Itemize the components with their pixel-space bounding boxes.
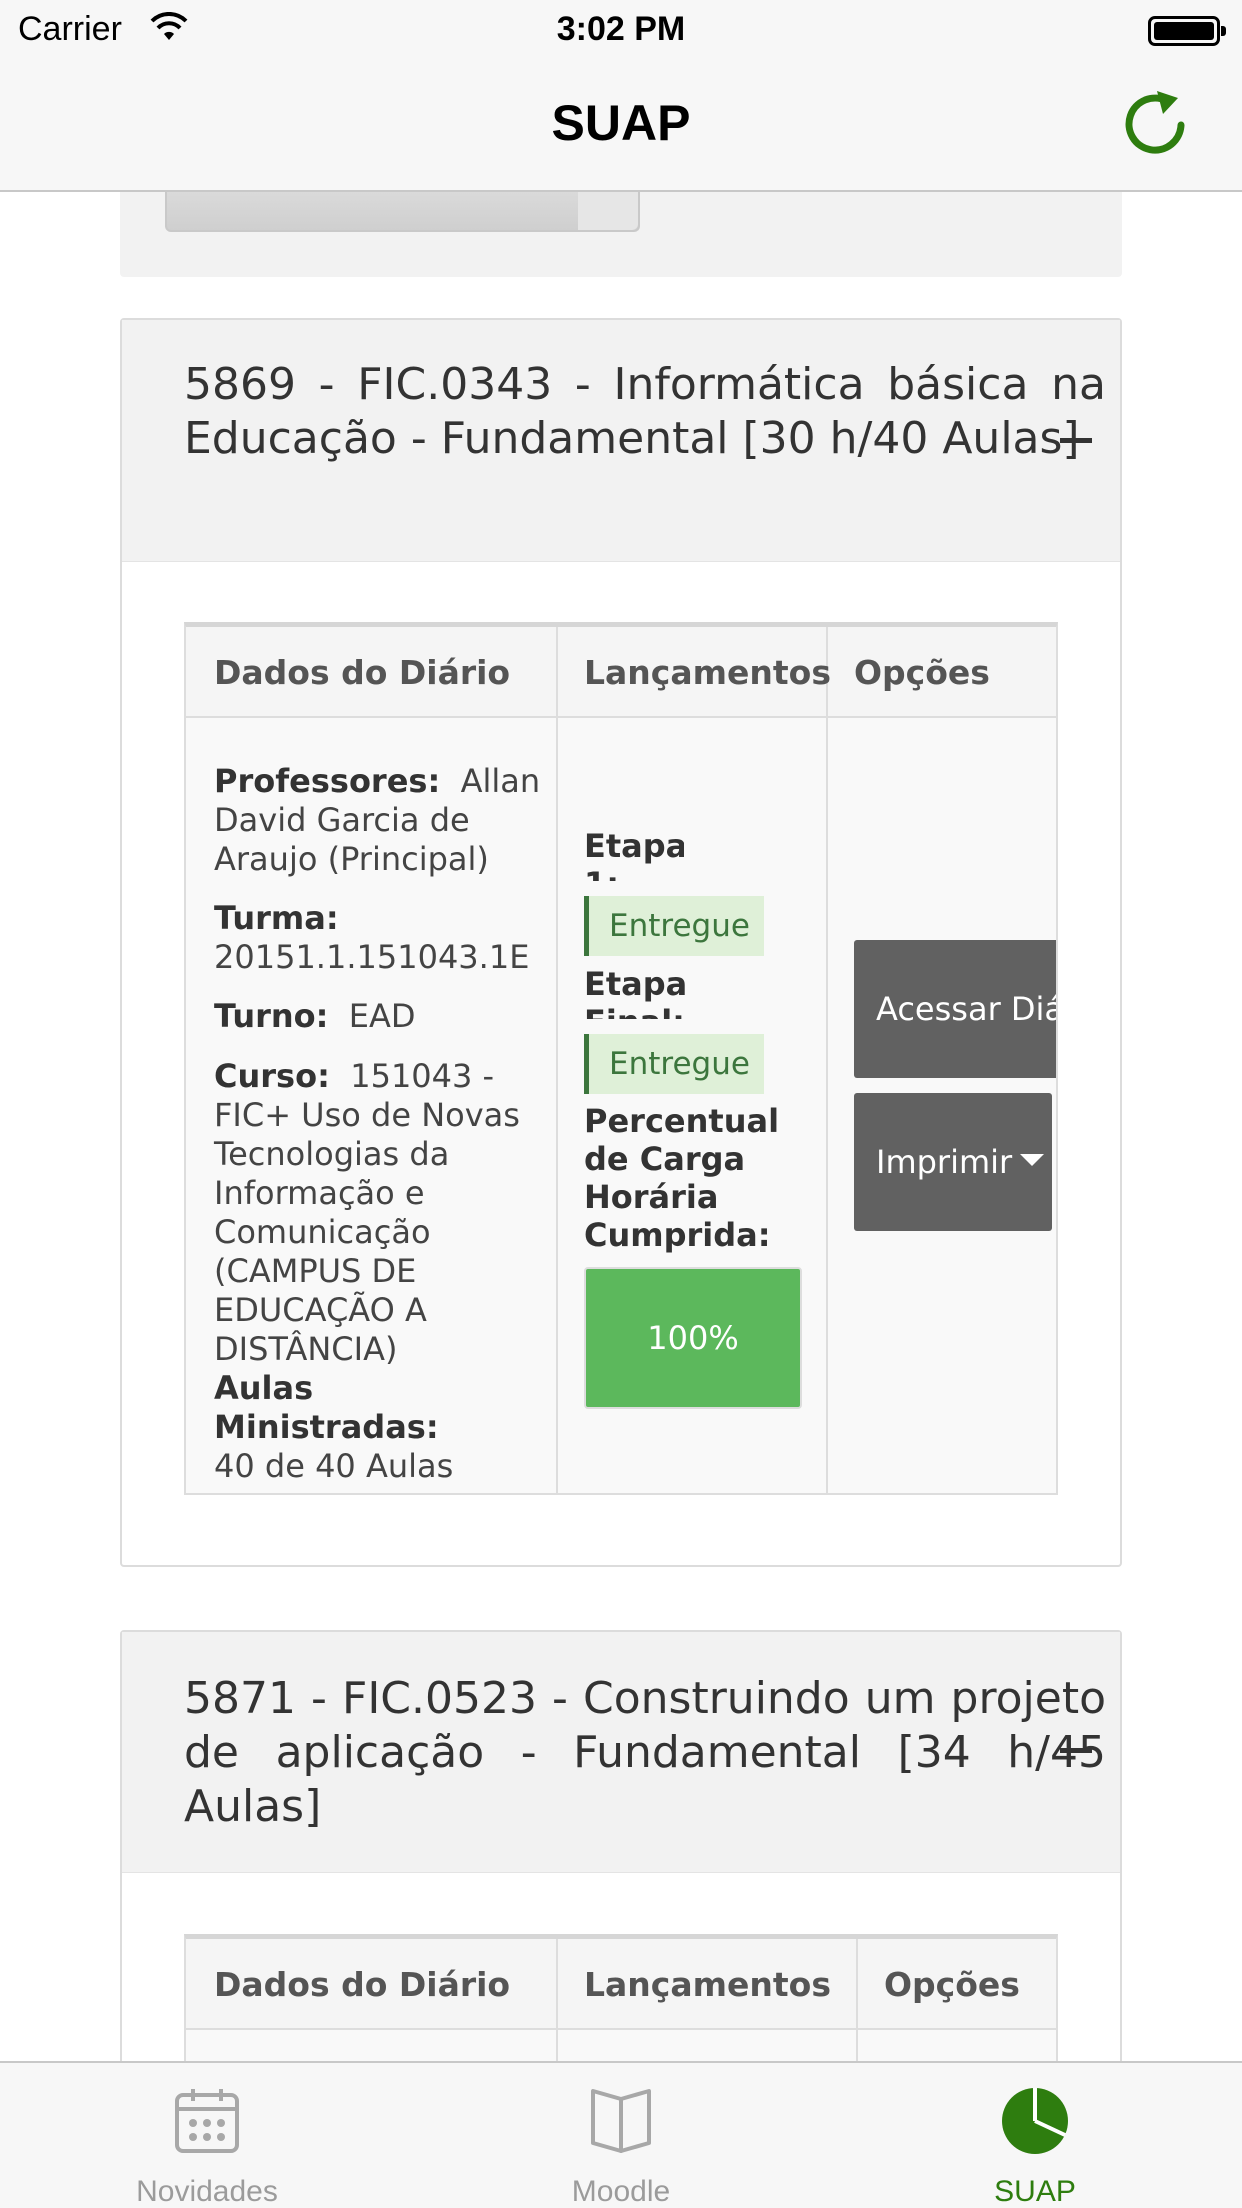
caret-down-icon <box>1020 1154 1045 1166</box>
navigation-bar: SUAP <box>0 60 1242 192</box>
header-opcoes: Opções <box>884 1965 1020 2004</box>
percentual-progress: 100% <box>584 1267 802 1409</box>
turno-field: Turno: EAD <box>214 997 544 1036</box>
tab-label: Moodle <box>571 2175 671 2208</box>
pie-chart-icon <box>1002 2088 1068 2154</box>
aulas-label: Aulas Ministradas: <box>214 1369 439 1446</box>
header-dados: Dados do Diário <box>214 653 511 692</box>
etapa-final-label: Etapa Final: <box>584 965 688 1019</box>
percentual-label: Percentual de Carga Horária Cumprida: <box>584 1102 780 1254</box>
diary-title: 5871 - FIC.0523 - Construindo um projeto… <box>184 1673 1106 1832</box>
curso-label: Curso: <box>214 1057 330 1095</box>
tab-bar: Novidades Moodle SUAP <box>0 2061 1242 2208</box>
tab-label: SUAP <box>994 2175 1076 2208</box>
aulas-value: 40 de 40 Aulas <box>214 1447 454 1485</box>
professores-field: Professores: Allan David Garcia de Arauj… <box>214 762 544 879</box>
etapa1-label: Etapa 1: <box>584 827 684 881</box>
tab-suap[interactable]: SUAP <box>828 2063 1242 2208</box>
imprimir-label: Imprimir <box>876 1143 1013 1181</box>
turma-field: Turma: 20151.1.151043.1E <box>214 899 544 977</box>
turno-value: EAD <box>348 997 416 1035</box>
diary-table: Dados do Diário Lançamentos Opções Profe… <box>184 622 1058 1495</box>
column-divider <box>556 627 558 1493</box>
diary-title: 5869 - FIC.0343 - Informática básica na … <box>184 359 1106 464</box>
diary-panel-header[interactable]: 5869 - FIC.0343 - Informática básica na … <box>122 320 1120 562</box>
aulas-field: Aulas Ministradas: 40 de 40 Aulas <box>214 1369 544 1486</box>
header-lancamentos: Lançamentos <box>584 1965 831 2004</box>
clock: 3:02 PM <box>556 10 686 48</box>
header-dados: Dados do Diário <box>214 1965 511 2004</box>
acessar-diario-button[interactable]: Acessar Diário <box>854 940 1056 1078</box>
calendar-icon <box>175 2089 239 2153</box>
turma-value: 20151.1.151043.1E <box>214 938 530 976</box>
battery-icon <box>1148 16 1226 46</box>
book-icon <box>591 2089 651 2153</box>
turno-label: Turno: <box>214 997 329 1035</box>
status-bar: Carrier 3:02 PM <box>0 0 1242 60</box>
collapse-icon[interactable] <box>1060 1748 1092 1753</box>
header-opcoes: Opções <box>854 653 990 692</box>
diary-panel-header[interactable]: 5871 - FIC.0523 - Construindo um projeto… <box>122 1632 1120 1873</box>
column-divider <box>826 627 828 1493</box>
professores-label: Professores: <box>214 762 441 800</box>
progress-value: 100% <box>647 1319 739 1357</box>
collapse-icon[interactable] <box>1060 438 1092 443</box>
tab-label: Novidades <box>136 2175 278 2208</box>
etapa1-status-badge: Entregue <box>584 896 764 956</box>
tab-novidades[interactable]: Novidades <box>0 2063 414 2208</box>
diary-panel: 5869 - FIC.0343 - Informática básica na … <box>120 318 1122 1567</box>
header-lancamentos: Lançamentos <box>584 653 831 692</box>
tab-moodle[interactable]: Moodle <box>414 2063 828 2208</box>
turma-label: Turma: <box>214 899 339 937</box>
web-content[interactable]: 5869 - FIC.0343 - Informática básica na … <box>0 0 1242 2208</box>
curso-field: Curso: 151043 - FIC+ Uso de Novas Tecnol… <box>214 1057 544 1369</box>
curso-value: 151043 - FIC+ Uso de Novas Tecnologias d… <box>214 1057 520 1368</box>
imprimir-dropdown-button[interactable]: Imprimir <box>854 1093 1052 1231</box>
refresh-icon[interactable] <box>1120 88 1190 158</box>
etapa-final-status-badge: Entregue <box>584 1034 764 1094</box>
nav-title: SUAP <box>551 95 691 151</box>
progress-bar-fill: 100% <box>586 1269 800 1407</box>
